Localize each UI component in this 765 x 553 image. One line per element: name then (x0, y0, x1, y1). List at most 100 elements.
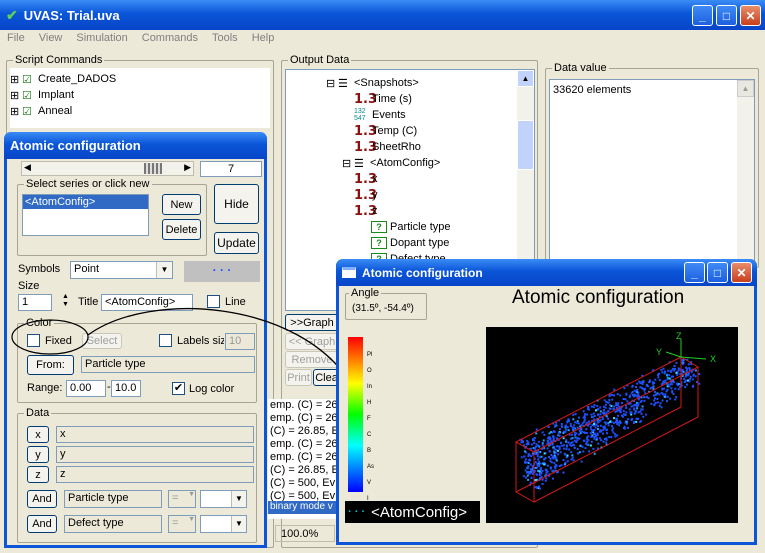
plot-minimize-button[interactable]: _ (684, 262, 705, 283)
atom-point (570, 444, 573, 447)
colorbar-label: O (367, 368, 372, 374)
box-edge (533, 416, 699, 503)
atom-point (625, 411, 628, 414)
atom-point (653, 390, 656, 393)
atom-point (577, 422, 580, 425)
atom-point (633, 422, 635, 424)
plot-legend: · · · <AtomConfig> (345, 501, 480, 523)
angle-label: Angle (349, 287, 382, 299)
atom-point (595, 437, 598, 440)
atom-point (621, 401, 624, 404)
atom-point (565, 456, 568, 459)
color-bar (348, 337, 363, 492)
atom-point (523, 455, 526, 458)
atom-point (526, 439, 529, 442)
atom-point (630, 405, 633, 408)
atom-point (530, 443, 533, 446)
atom-point (536, 462, 539, 465)
atom-point (525, 461, 528, 464)
atom-point (602, 432, 604, 435)
colorbar-label: Pl (367, 352, 373, 358)
atom-point (527, 462, 530, 464)
atom-point (653, 404, 656, 407)
atom-point (674, 387, 677, 390)
atom-point (588, 450, 591, 453)
atom-point (594, 432, 596, 435)
atom-point (682, 370, 685, 373)
atom-point (535, 486, 538, 489)
atom-point (596, 421, 599, 424)
atom-point (667, 383, 669, 386)
atom-point (605, 438, 608, 441)
atom-point (599, 419, 601, 422)
atom-point (537, 458, 540, 461)
atom-point (659, 402, 662, 405)
atom-point (633, 408, 636, 411)
x-axis-label: X (710, 354, 716, 364)
atom-point (573, 427, 576, 429)
atom-point (573, 424, 576, 427)
atom-point (582, 450, 585, 453)
atom-point (565, 448, 568, 451)
atom-point (675, 396, 678, 399)
plot-heading: Atomic configuration (512, 287, 685, 308)
atom-point (645, 413, 648, 416)
atom-point (674, 398, 677, 401)
plot-close-button[interactable]: ✕ (731, 262, 752, 283)
atom-point (538, 465, 541, 468)
atom-points (519, 356, 701, 490)
atom-point (560, 423, 563, 425)
atom-point (633, 389, 636, 392)
atom-point (536, 455, 539, 458)
atom-point (556, 449, 559, 452)
atom-point (595, 409, 597, 412)
atom-point (555, 459, 558, 462)
atom-point (563, 447, 566, 450)
atom-point (578, 416, 580, 419)
z-axis-label: Z (676, 331, 682, 341)
atom-point (557, 453, 560, 456)
plot-maximize-button[interactable]: □ (707, 262, 728, 283)
atom-point (595, 423, 598, 426)
atom-point (656, 398, 659, 400)
atom-point (666, 395, 669, 398)
atom-point (553, 461, 556, 464)
atom-point (578, 433, 581, 436)
atom-point (585, 432, 588, 434)
plot-svg: Z X Y (514, 331, 716, 503)
atom-point (573, 431, 576, 434)
atom-point (602, 426, 605, 429)
atom-point (568, 448, 571, 451)
atom-point (650, 386, 653, 389)
atom-point (666, 388, 669, 391)
atom-point (636, 391, 639, 394)
atom-point (654, 378, 657, 381)
atom-point (536, 453, 539, 456)
atom-point (530, 468, 532, 471)
atom-point (551, 443, 554, 446)
atom-point (576, 421, 579, 424)
atom-point (538, 460, 541, 463)
atom-point (668, 374, 671, 376)
atom-point (613, 405, 616, 408)
atom-point (565, 428, 568, 431)
atom-point (619, 394, 622, 397)
atom-point (548, 450, 551, 453)
atom-point (553, 456, 556, 459)
plot-area[interactable]: Z X Y (486, 327, 738, 523)
atom-point (661, 388, 664, 391)
atom-point (669, 383, 672, 386)
atom-point (584, 447, 587, 450)
atom-point (658, 404, 661, 407)
atom-point (556, 445, 559, 448)
colorbar-label: As (367, 464, 375, 470)
atom-point (584, 431, 586, 434)
atom-point (544, 479, 547, 482)
atom-point (609, 420, 612, 423)
atom-point (698, 373, 701, 375)
atom-point (540, 455, 543, 458)
atom-point (591, 416, 594, 419)
atom-point (623, 413, 625, 416)
atom-point (542, 439, 545, 442)
atom-point (677, 383, 680, 385)
